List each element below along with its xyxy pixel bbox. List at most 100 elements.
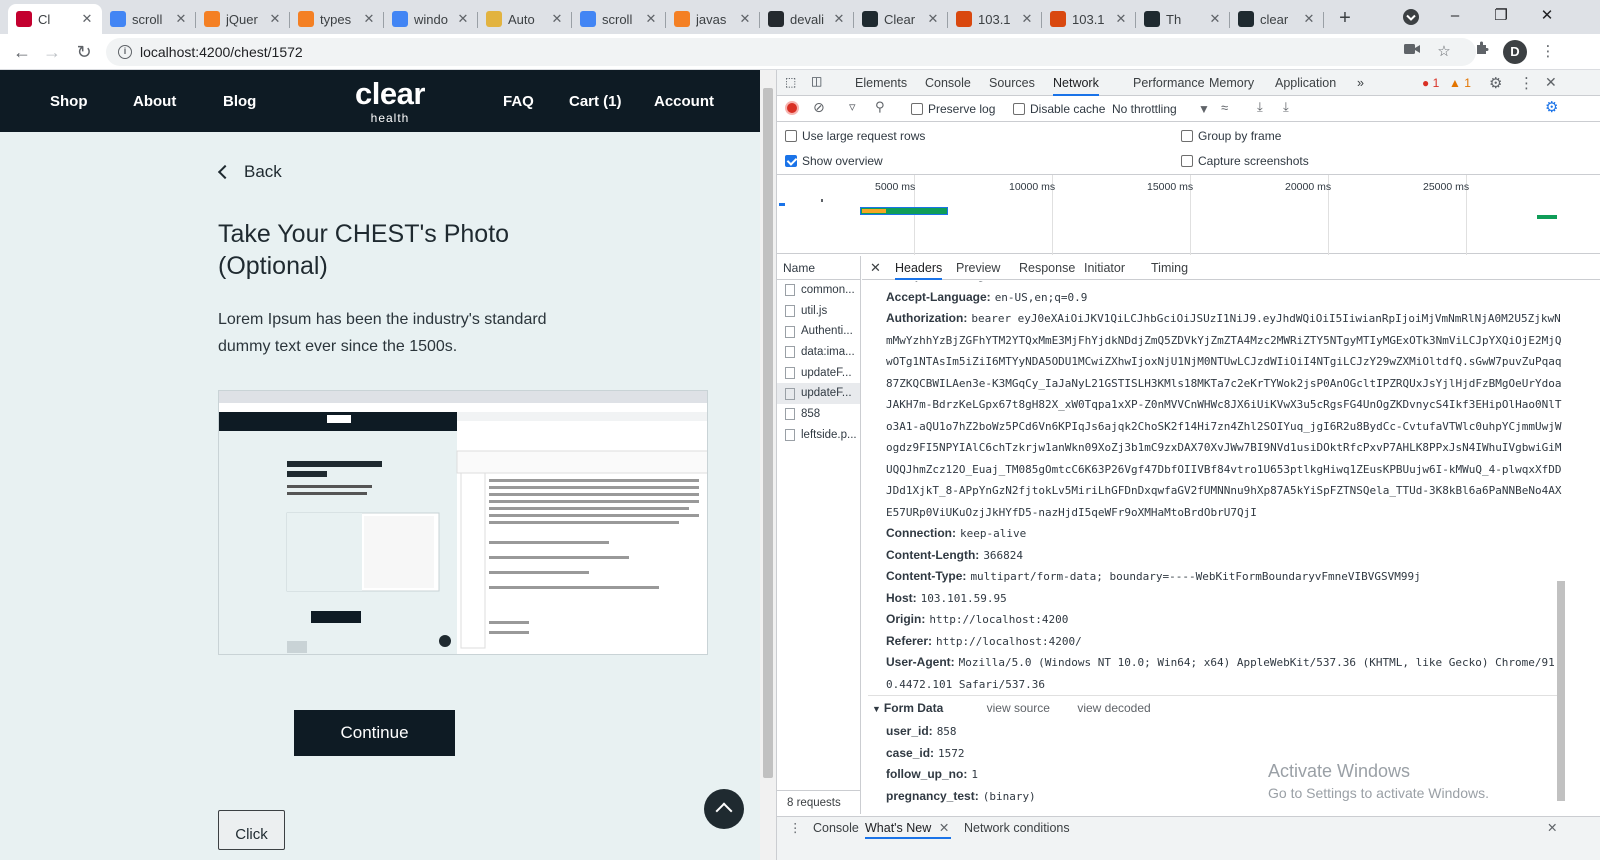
browser-tab[interactable]: types ✕ [290, 4, 384, 34]
network-settings-icon[interactable]: ⚙ [1545, 98, 1558, 116]
settings-gear-icon[interactable]: ⚙ [1489, 74, 1502, 92]
export-har-icon[interactable]: ⤓ [1283, 99, 1289, 115]
back-arrow-icon[interactable]: ← [8, 38, 36, 66]
drawer-close-icon[interactable]: ✕ [1547, 817, 1557, 839]
browser-tab[interactable]: Th ✕ [1136, 4, 1230, 34]
view-decoded-link[interactable]: view decoded [1077, 701, 1150, 715]
tab-close-icon[interactable]: ✕ [550, 11, 564, 27]
nav-cart[interactable]: Cart (1) [569, 93, 622, 110]
large-rows-option[interactable]: Use large request rows [785, 129, 925, 143]
group-by-frame-option[interactable]: Group by frame [1181, 129, 1281, 143]
drawer-menu-icon[interactable]: ⋮ [789, 817, 802, 839]
clear-icon[interactable]: ⊘ [813, 99, 825, 116]
tab-search-icon[interactable] [1400, 6, 1422, 28]
drawer-tab-network-conditions[interactable]: Network conditions [964, 817, 1070, 839]
search-icon[interactable]: ⚲ [875, 99, 885, 115]
preserve-log-box[interactable] [911, 103, 923, 115]
tab-close-icon[interactable]: ✕ [1302, 11, 1316, 27]
tab-close-icon[interactable]: ✕ [456, 11, 470, 27]
extensions-icon[interactable] [1470, 40, 1494, 64]
throttling-select[interactable]: No throttling ▼ [1112, 102, 1210, 116]
browser-tab[interactable]: Auto ✕ [478, 4, 572, 34]
capture-screenshots-option[interactable]: Capture screenshots [1181, 154, 1309, 168]
show-overview-box[interactable] [785, 155, 797, 167]
inspect-element-icon[interactable]: ⬚ [785, 75, 796, 89]
tab-performance[interactable]: Performance [1133, 70, 1205, 96]
site-info-icon[interactable]: i [118, 45, 132, 59]
browser-tab[interactable]: devali ✕ [760, 4, 854, 34]
browser-tab[interactable]: 103.1 ✕ [948, 4, 1042, 34]
network-overview[interactable]: 5000 ms 10000 ms 15000 ms 20000 ms 25000… [777, 174, 1600, 255]
tab-close-icon[interactable]: ✕ [1208, 11, 1222, 27]
devtools-menu-icon[interactable]: ⋮ [1519, 74, 1534, 92]
show-overview-option[interactable]: Show overview [785, 154, 883, 168]
tab-headers[interactable]: Headers [895, 256, 943, 280]
capture-screenshots-box[interactable] [1181, 155, 1193, 167]
tab-network[interactable]: Network [1053, 70, 1099, 96]
browser-tab[interactable]: jQuer ✕ [196, 4, 290, 34]
continue-button[interactable]: Continue [294, 710, 455, 756]
browser-tab[interactable]: clear ✕ [1230, 4, 1324, 34]
drawer-tab-console[interactable]: Console [813, 817, 859, 839]
chrome-menu-icon[interactable]: ⋮ [1536, 40, 1560, 64]
camera-blocked-icon[interactable] [1400, 40, 1424, 64]
new-tab-icon[interactable]: + [1330, 4, 1360, 34]
group-by-frame-box[interactable] [1181, 130, 1193, 142]
tab-response[interactable]: Response [1019, 256, 1075, 280]
tab-memory[interactable]: Memory [1209, 70, 1254, 96]
back-link[interactable]: Back [216, 162, 282, 182]
tab-close-icon[interactable]: ✕ [268, 11, 282, 27]
click-button[interactable]: Click [218, 810, 285, 850]
page-scrollbar-thumb[interactable] [763, 88, 773, 778]
request-row[interactable]: common... [777, 280, 860, 301]
nav-account[interactable]: Account [654, 93, 714, 110]
minimize-icon[interactable]: – [1432, 0, 1478, 32]
profile-avatar[interactable]: D [1503, 40, 1527, 64]
warning-count[interactable]: ▲ 1 [1449, 76, 1471, 90]
tab-close-icon[interactable]: ✕ [362, 11, 376, 27]
devtools-close-icon[interactable]: ✕ [1545, 74, 1557, 91]
tab-close-icon[interactable]: ✕ [926, 11, 940, 27]
request-row[interactable]: data:ima... [777, 342, 860, 363]
tab-close-icon[interactable]: ✕ [1114, 11, 1128, 27]
scroll-to-top-button[interactable] [704, 789, 744, 829]
request-row[interactable]: Authenti... [777, 321, 860, 342]
network-conditions-icon[interactable]: ≈ [1221, 100, 1228, 115]
tab-close-icon[interactable]: ✕ [174, 11, 188, 27]
nav-about[interactable]: About [133, 93, 176, 110]
reload-icon[interactable]: ↻ [70, 38, 98, 66]
preserve-log-checkbox[interactable]: Preserve log [911, 102, 995, 116]
view-source-link[interactable]: view source [987, 701, 1050, 715]
filter-icon[interactable]: ▿ [849, 99, 856, 115]
window-close-icon[interactable]: ✕ [1524, 0, 1570, 32]
browser-tab[interactable]: windo ✕ [384, 4, 478, 34]
address-bar[interactable]: i localhost:4200/chest/1572 [106, 38, 1476, 66]
error-count[interactable]: ● 1 [1422, 76, 1439, 90]
browser-tab[interactable]: Clear ✕ [854, 4, 948, 34]
more-tabs-icon[interactable]: » [1357, 70, 1364, 96]
form-data-section[interactable]: ▼ Form Data view source view decoded [868, 695, 1562, 721]
tab-close-icon[interactable]: ✕ [644, 11, 658, 27]
drawer-tab-close-icon[interactable]: ✕ [939, 817, 949, 839]
tab-close-icon[interactable]: ✕ [738, 11, 752, 27]
tab-timing[interactable]: Timing [1151, 256, 1188, 280]
disable-cache-checkbox[interactable]: Disable cache [1013, 102, 1105, 116]
detail-scrollbar[interactable] [1554, 281, 1568, 814]
request-row[interactable]: 858 [777, 404, 860, 425]
tab-initiator[interactable]: Initiator [1084, 256, 1125, 280]
tab-console[interactable]: Console [925, 70, 971, 96]
browser-tab[interactable]: 103.1 ✕ [1042, 4, 1136, 34]
tab-close-icon[interactable]: ✕ [1020, 11, 1034, 27]
request-row[interactable]: leftside.p... [777, 425, 860, 446]
tab-elements[interactable]: Elements [855, 70, 907, 96]
tab-close-icon[interactable]: ✕ [832, 11, 846, 27]
site-logo[interactable]: clear health [345, 76, 435, 124]
disable-cache-box[interactable] [1013, 103, 1025, 115]
detail-close-icon[interactable]: ✕ [870, 256, 881, 280]
browser-tab[interactable]: javas ✕ [666, 4, 760, 34]
browser-tab[interactable]: Cl ✕ [8, 4, 102, 34]
nav-blog[interactable]: Blog [223, 93, 256, 110]
tab-close-icon[interactable]: ✕ [80, 11, 94, 27]
device-toolbar-icon[interactable]: ◫ [811, 74, 822, 88]
forward-arrow-icon[interactable]: → [38, 38, 66, 66]
